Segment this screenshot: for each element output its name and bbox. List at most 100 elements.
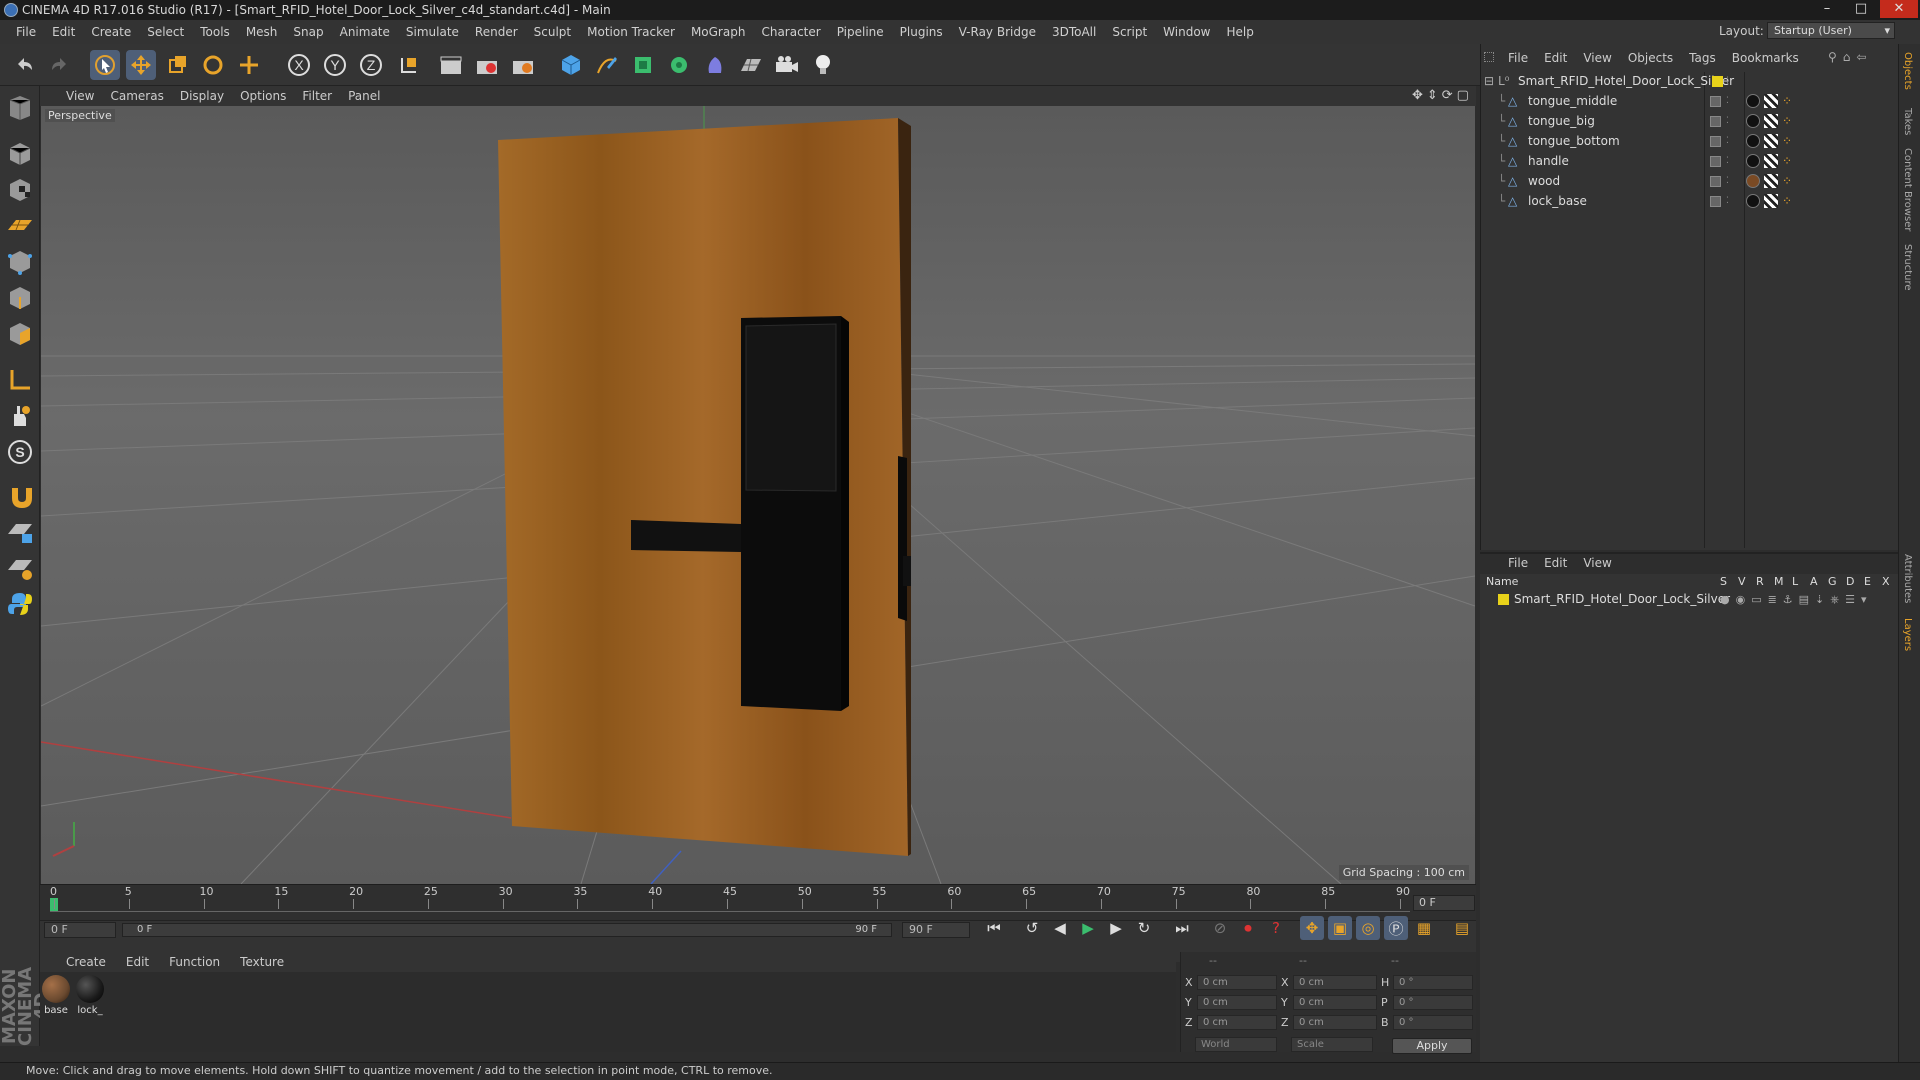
uvw-tag-icon[interactable]: [1764, 154, 1778, 168]
layer-flag-icons[interactable]: ●◉▭≣⚓▤⇣⎈☰▾: [1720, 590, 1872, 609]
menu-motion-tracker[interactable]: Motion Tracker: [579, 25, 683, 39]
menu-edit[interactable]: Edit: [44, 25, 83, 39]
coord-size-y-field[interactable]: 0 cm: [1293, 995, 1377, 1010]
viewport-menu-display[interactable]: Display: [180, 89, 234, 103]
editor-visibility-toggle[interactable]: [1710, 196, 1721, 207]
coord-mode-world-dropdown[interactable]: World: [1195, 1037, 1277, 1052]
menu-animate[interactable]: Animate: [332, 25, 398, 39]
viewport-menu-options[interactable]: Options: [240, 89, 296, 103]
material-menu-texture[interactable]: Texture: [240, 955, 284, 969]
tab-objects[interactable]: Objects: [1902, 52, 1913, 90]
material-tag-icon[interactable]: [1746, 154, 1760, 168]
uvw-tag-icon[interactable]: [1764, 174, 1778, 188]
next-frame-button[interactable]: ▶: [1104, 916, 1128, 940]
add-spline-button[interactable]: [592, 50, 622, 80]
visibility-dots-icon[interactable]: ⁚: [1726, 192, 1729, 211]
texture-tag-icon[interactable]: ⁘: [1782, 112, 1792, 131]
motion-record-button[interactable]: ⊘: [1208, 916, 1232, 940]
coord-pos-z-field[interactable]: 0 cm: [1197, 1015, 1277, 1030]
viewport-menu-filter[interactable]: Filter: [302, 89, 342, 103]
editor-visibility-toggle[interactable]: [1710, 136, 1721, 147]
coord-size-x-field[interactable]: 0 cm: [1293, 975, 1377, 990]
editor-visibility-toggle[interactable]: [1710, 96, 1721, 107]
menu-snap[interactable]: Snap: [285, 25, 331, 39]
prev-key-button[interactable]: ↺: [1020, 916, 1044, 940]
texture-tag-icon[interactable]: ⁘: [1782, 152, 1792, 171]
coord-rot-h-field[interactable]: 0 °: [1393, 975, 1473, 990]
object-row-tongue-big[interactable]: └ △ tongue_big ⁚ ⁘: [1484, 112, 1894, 131]
visibility-dots-icon[interactable]: ⁚: [1726, 132, 1729, 151]
material-menu-edit[interactable]: Edit: [126, 955, 149, 969]
range-slider[interactable]: 0 F 90 F: [122, 923, 892, 937]
texture-tag-icon[interactable]: ⁘: [1782, 92, 1792, 111]
prev-frame-button[interactable]: ◀: [1048, 916, 1072, 940]
viewport-menu-cameras[interactable]: Cameras: [110, 89, 173, 103]
material-tag-icon[interactable]: [1746, 94, 1760, 108]
layer-horizontal-scrollbar[interactable]: [1480, 1066, 1898, 1076]
snap-button[interactable]: S: [4, 436, 36, 468]
om-menu-bookmarks[interactable]: Bookmarks: [1732, 51, 1799, 65]
render-settings-button[interactable]: [508, 50, 538, 80]
coord-pos-y-field[interactable]: 0 cm: [1197, 995, 1277, 1010]
texture-tag-icon[interactable]: ⁘: [1782, 132, 1792, 151]
recent-tool-button[interactable]: [234, 50, 264, 80]
coord-size-z-field[interactable]: 0 cm: [1293, 1015, 1377, 1030]
goto-start-button[interactable]: ⏮: [982, 916, 1006, 940]
close-button[interactable]: ✕: [1880, 0, 1918, 18]
coordinate-system-button[interactable]: [394, 50, 424, 80]
y-axis-lock-button[interactable]: Y: [320, 50, 350, 80]
axis-mode-button[interactable]: [4, 364, 36, 396]
key-scale-button[interactable]: ▣: [1328, 916, 1352, 940]
material-tag-icon[interactable]: [1746, 194, 1760, 208]
perspective-viewport[interactable]: Perspective Grid Spacing : 100 cm: [41, 106, 1475, 884]
edges-mode-button[interactable]: [4, 282, 36, 314]
texture-mode-button[interactable]: [4, 174, 36, 206]
object-row-wood[interactable]: └ △ wood ⁚ ⁘: [1484, 172, 1894, 191]
material-tag-icon[interactable]: [1746, 114, 1760, 128]
menu-pipeline[interactable]: Pipeline: [829, 25, 892, 39]
redo-button[interactable]: [44, 50, 74, 80]
scale-tool-button[interactable]: [162, 50, 192, 80]
start-frame-field[interactable]: 0 F: [44, 922, 116, 938]
menu-mesh[interactable]: Mesh: [238, 25, 286, 39]
tab-structure[interactable]: Structure: [1902, 244, 1913, 291]
record-keys-button[interactable]: ⏺: [1236, 916, 1260, 940]
undo-button[interactable]: [10, 50, 40, 80]
autokey-button[interactable]: ?: [1264, 916, 1288, 940]
tab-attributes[interactable]: Attributes: [1902, 554, 1913, 603]
polygons-mode-button[interactable]: [4, 318, 36, 350]
coord-mode-scale-dropdown[interactable]: Scale: [1291, 1037, 1373, 1052]
uvw-tag-icon[interactable]: [1764, 114, 1778, 128]
menu-sculpt[interactable]: Sculpt: [526, 25, 579, 39]
editor-visibility-toggle[interactable]: [1710, 176, 1721, 187]
timeline-window-button[interactable]: ▤: [1450, 916, 1474, 940]
add-cloner-button[interactable]: [664, 50, 694, 80]
add-cube-button[interactable]: [556, 50, 586, 80]
lm-menu-file[interactable]: File: [1508, 556, 1528, 570]
menu-help[interactable]: Help: [1218, 25, 1261, 39]
lm-menu-view[interactable]: View: [1583, 556, 1611, 570]
collapse-icon[interactable]: ⊟: [1484, 72, 1494, 91]
menu-character[interactable]: Character: [753, 25, 828, 39]
end-frame-field[interactable]: 90 F: [902, 922, 970, 938]
current-frame-field[interactable]: 0 F: [1413, 895, 1475, 911]
menu-simulate[interactable]: Simulate: [398, 25, 467, 39]
minimize-button[interactable]: –: [1812, 0, 1842, 18]
menu-file[interactable]: File: [8, 25, 44, 39]
visibility-dots-icon[interactable]: ⁚: [1726, 72, 1729, 91]
rotate-tool-button[interactable]: [198, 50, 228, 80]
move-tool-button[interactable]: [126, 50, 156, 80]
workplane-mode-button[interactable]: [4, 210, 36, 242]
viewport-nav-icons[interactable]: ✥⇕⟳▢: [1412, 88, 1473, 103]
coord-rot-p-field[interactable]: 0 °: [1393, 995, 1473, 1010]
object-row-root[interactable]: ⊟ L⁰ Smart_RFID_Hotel_Door_Lock_Silver ⁚: [1484, 72, 1894, 91]
om-menu-edit[interactable]: Edit: [1544, 51, 1567, 65]
tab-content-browser[interactable]: Content Browser: [1902, 148, 1913, 231]
live-selection-button[interactable]: [90, 50, 120, 80]
key-parameter-button[interactable]: Ⓟ: [1384, 916, 1408, 940]
coord-pos-x-field[interactable]: 0 cm: [1197, 975, 1277, 990]
menu-render[interactable]: Render: [467, 25, 526, 39]
add-floor-button[interactable]: [736, 50, 766, 80]
material-tag-icon[interactable]: [1746, 134, 1760, 148]
x-axis-lock-button[interactable]: X: [284, 50, 314, 80]
